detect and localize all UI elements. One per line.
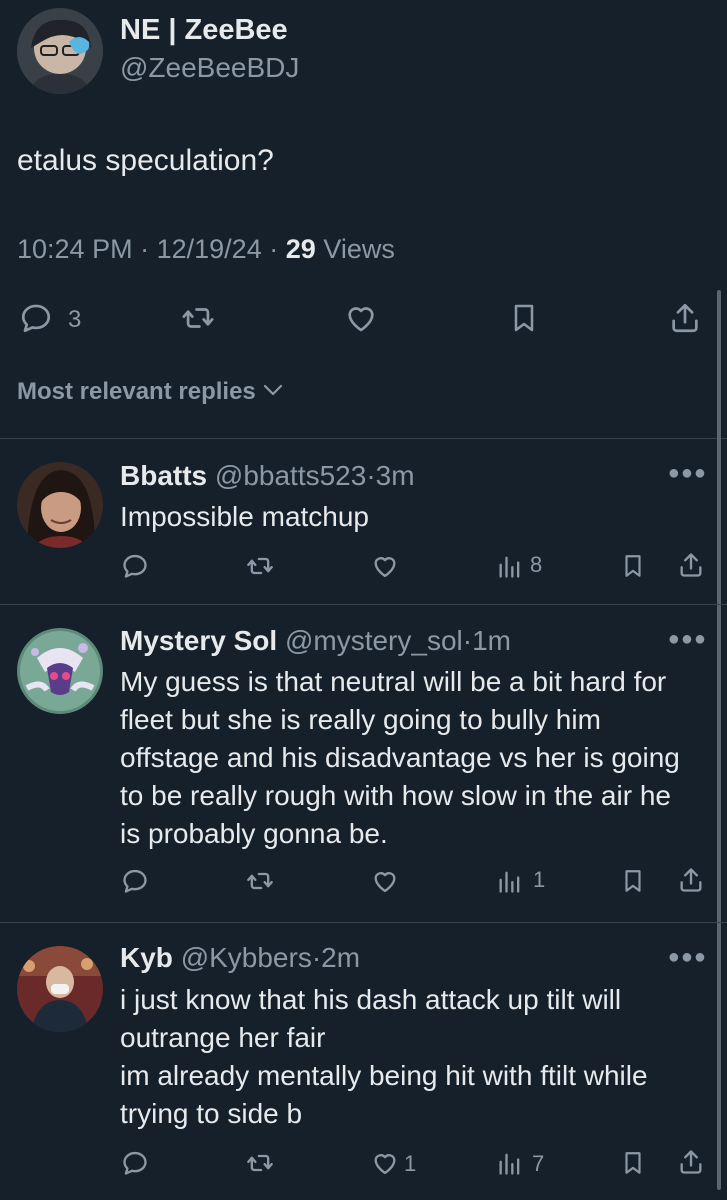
reply-bubble-icon[interactable]	[120, 552, 150, 580]
bookmark-icon[interactable]	[620, 551, 646, 581]
post-text: etalus speculation?	[17, 144, 274, 177]
retweet-icon[interactable]	[244, 1149, 276, 1177]
share-icon[interactable]	[677, 549, 705, 581]
reply-bubble-icon[interactable]	[120, 1149, 150, 1177]
views-label: Views	[323, 234, 395, 264]
heart-icon[interactable]	[370, 552, 400, 580]
divider	[0, 922, 727, 923]
views-bar-chart-icon[interactable]	[495, 867, 525, 895]
reply-author-handle[interactable]: @Kybbers	[181, 942, 312, 973]
reply-text: Impossible matchup	[120, 501, 370, 532]
views-bar-chart-icon[interactable]	[495, 1149, 525, 1177]
heart-icon[interactable]	[370, 867, 400, 895]
reply-meta: Bbatts @bbatts523·3m	[120, 459, 415, 493]
more-dots-icon[interactable]: ●●●	[668, 462, 707, 485]
reply-count: 3	[68, 306, 82, 333]
chevron-down-icon	[262, 382, 284, 403]
avatar[interactable]	[17, 946, 103, 1032]
share-icon[interactable]	[677, 864, 705, 896]
more-dots-icon[interactable]: ●●●	[668, 946, 707, 969]
post-meta: 10:24 PM · 12/19/24 · 29 Views	[17, 234, 395, 265]
bookmark-icon[interactable]	[508, 299, 540, 337]
avatar[interactable]	[17, 628, 103, 714]
divider	[0, 604, 727, 605]
reply-author-name[interactable]: Mystery Sol	[120, 625, 277, 656]
post-time[interactable]: 10:24 PM	[17, 234, 133, 264]
reply-age[interactable]: 2m	[321, 942, 360, 973]
scrollbar[interactable]	[717, 290, 721, 1190]
reply-text: My guess is that neutral will be a bit h…	[120, 666, 680, 849]
reply-meta: Kyb @Kybbers·2m	[120, 941, 360, 975]
meta-separator: ·	[366, 460, 376, 491]
share-icon[interactable]	[677, 1146, 705, 1178]
retweet-icon[interactable]	[178, 301, 218, 335]
more-dots-icon[interactable]: ●●●	[668, 628, 707, 651]
meta-separator: ·	[140, 234, 150, 264]
avatar[interactable]	[17, 462, 103, 548]
author-name[interactable]: NE | ZeeBee	[120, 14, 288, 47]
reply-bubble-icon[interactable]	[17, 301, 55, 335]
reply-age[interactable]: 1m	[472, 625, 511, 656]
meta-separator: ·	[311, 942, 322, 973]
bookmark-icon[interactable]	[620, 1148, 646, 1178]
meta-separator: ·	[462, 625, 473, 656]
sort-dropdown[interactable]: Most relevant replies	[17, 378, 284, 406]
post-date[interactable]: 12/19/24	[157, 234, 262, 264]
views-count: 7	[532, 1151, 545, 1176]
views-count: 1	[533, 867, 546, 892]
reply-text: i just know that his dash attack up tilt…	[120, 984, 648, 1129]
reply-author-name[interactable]: Bbatts	[120, 460, 207, 491]
reply-author-name[interactable]: Kyb	[120, 942, 173, 973]
heart-icon[interactable]	[343, 301, 379, 335]
reply-bubble-icon[interactable]	[120, 867, 150, 895]
reply-author-handle[interactable]: @bbatts523	[215, 460, 366, 491]
divider	[0, 438, 727, 439]
retweet-icon[interactable]	[244, 552, 276, 580]
bookmark-icon[interactable]	[620, 866, 646, 896]
reply-author-handle[interactable]: @mystery_sol	[285, 625, 463, 656]
retweet-icon[interactable]	[244, 867, 276, 895]
author-avatar[interactable]	[17, 8, 103, 94]
heart-icon[interactable]	[370, 1149, 400, 1177]
like-count: 1	[404, 1151, 417, 1176]
sort-label: Most relevant replies	[17, 378, 256, 405]
author-handle[interactable]: @ZeeBeeBDJ	[120, 52, 299, 84]
share-icon[interactable]	[668, 299, 702, 337]
meta-separator: ·	[269, 234, 279, 264]
views-count: 8	[530, 552, 543, 577]
reply-age[interactable]: 3m	[376, 460, 415, 491]
views-bar-chart-icon[interactable]	[495, 552, 525, 580]
views-count: 29	[285, 234, 316, 264]
reply-meta: Mystery Sol @mystery_sol·1m	[120, 624, 511, 658]
